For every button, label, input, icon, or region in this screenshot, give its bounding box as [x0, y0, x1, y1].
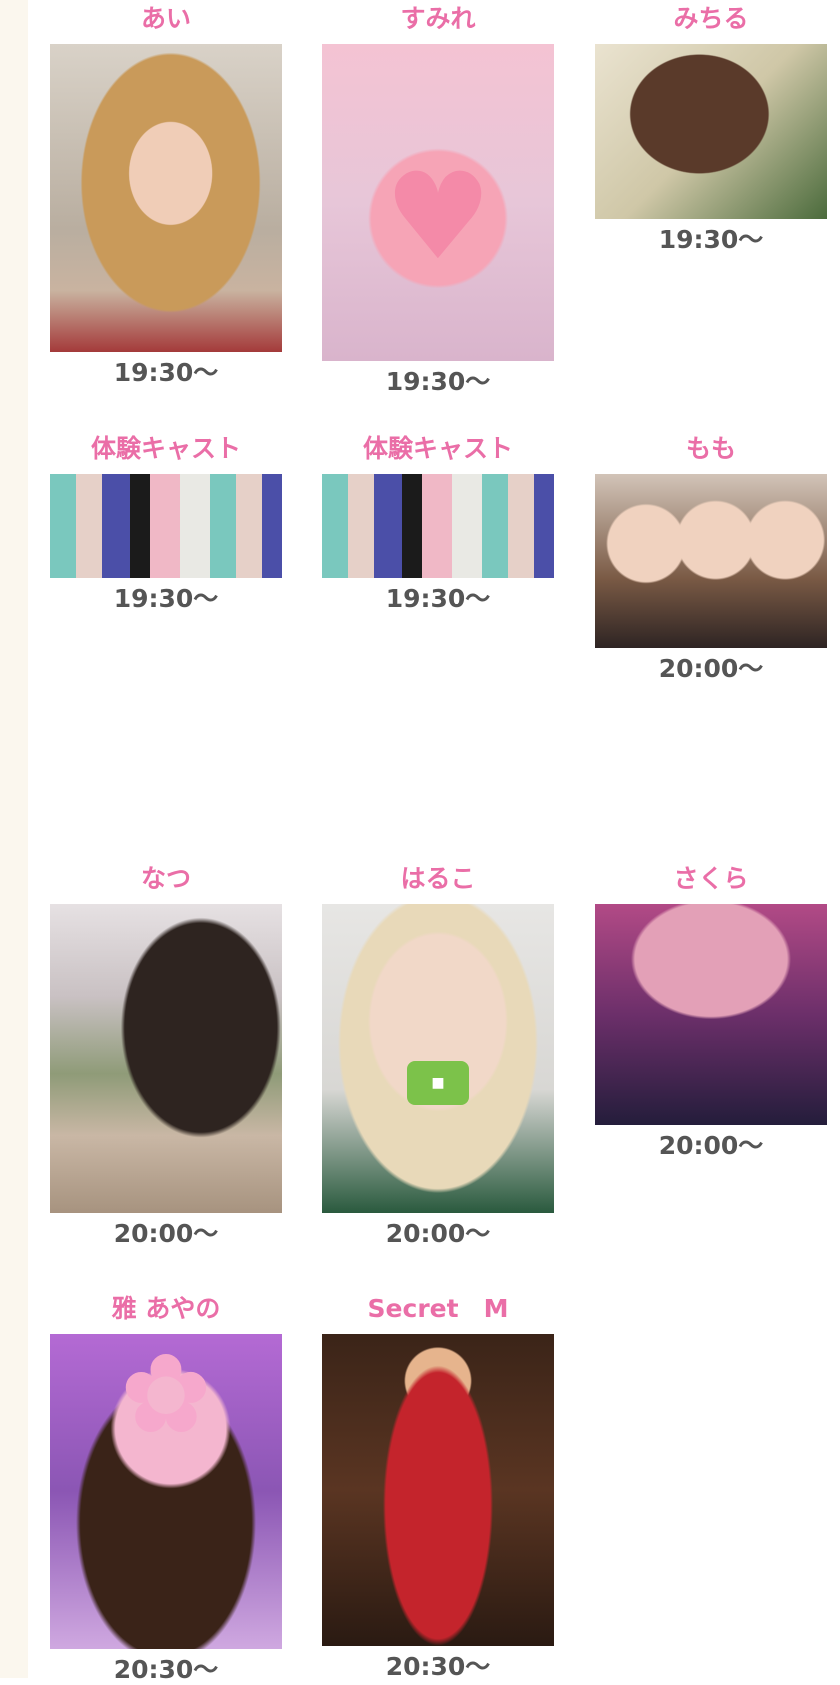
cast-photo[interactable] [595, 474, 827, 648]
cast-card[interactable]: もも 20:00〜 [595, 434, 827, 684]
cast-start-time: 20:00〜 [658, 1131, 764, 1160]
flower-sticker-icon: ✿ [119, 1334, 213, 1458]
cast-card[interactable]: あい 19:30〜 [50, 4, 282, 388]
cast-photo[interactable]: ✿ [50, 1334, 282, 1649]
cast-name[interactable]: 体験キャスト [50, 434, 282, 464]
cast-photo[interactable] [50, 904, 282, 1213]
cast-card[interactable]: はるこ ■ 20:00〜 [322, 864, 554, 1249]
cast-card[interactable]: 体験キャスト 19:30〜 [322, 434, 554, 614]
cast-photo[interactable] [50, 44, 282, 352]
cast-card[interactable]: なつ 20:00〜 [50, 864, 282, 1249]
cast-card[interactable]: 体験キャスト 19:30〜 [50, 434, 282, 614]
cast-start-time: 19:30〜 [113, 584, 219, 613]
cast-photo[interactable] [595, 44, 827, 219]
cast-photo[interactable]: ■ [322, 904, 554, 1213]
cast-start-time: 19:30〜 [385, 367, 491, 396]
cast-photo[interactable] [322, 474, 554, 578]
cast-name[interactable]: はるこ [322, 864, 554, 894]
cast-start-time: 20:30〜 [113, 1655, 219, 1684]
cast-name[interactable]: もも [595, 434, 827, 464]
cast-start-time: 20:00〜 [658, 654, 764, 683]
cast-photo[interactable]: ♥ [322, 44, 554, 361]
cast-name[interactable]: みちる [595, 4, 827, 34]
cast-start-time: 19:30〜 [113, 358, 219, 387]
cast-card[interactable]: 雅 あやの ✿ 20:30〜 [50, 1294, 282, 1685]
heart-sticker-icon: ♥ [384, 148, 492, 288]
cast-photo[interactable] [595, 904, 827, 1125]
cast-name[interactable]: Secret M [322, 1294, 554, 1324]
cast-card[interactable]: Secret M 20:30〜 [322, 1294, 554, 1682]
cast-start-time: 20:00〜 [385, 1219, 491, 1248]
cast-photo[interactable] [50, 474, 282, 578]
cast-card[interactable]: さくら 20:00〜 [595, 864, 827, 1161]
left-margin-strip [0, 0, 28, 1678]
cast-card[interactable]: すみれ ♥ 19:30〜 [322, 4, 554, 397]
cast-card[interactable]: みちる 19:30〜 [595, 4, 827, 255]
cast-name[interactable]: あい [50, 4, 282, 34]
stamp-sticker-icon: ■ [407, 1061, 469, 1106]
cast-name[interactable]: さくら [595, 864, 827, 894]
cast-start-time: 19:30〜 [658, 225, 764, 254]
cast-start-time: 20:00〜 [113, 1219, 219, 1248]
cast-start-time: 19:30〜 [385, 584, 491, 613]
cast-name[interactable]: すみれ [322, 4, 554, 34]
cast-name[interactable]: 体験キャスト [322, 434, 554, 464]
cast-name[interactable]: 雅 あやの [50, 1294, 282, 1324]
cast-name[interactable]: なつ [50, 864, 282, 894]
cast-photo[interactable] [322, 1334, 554, 1646]
